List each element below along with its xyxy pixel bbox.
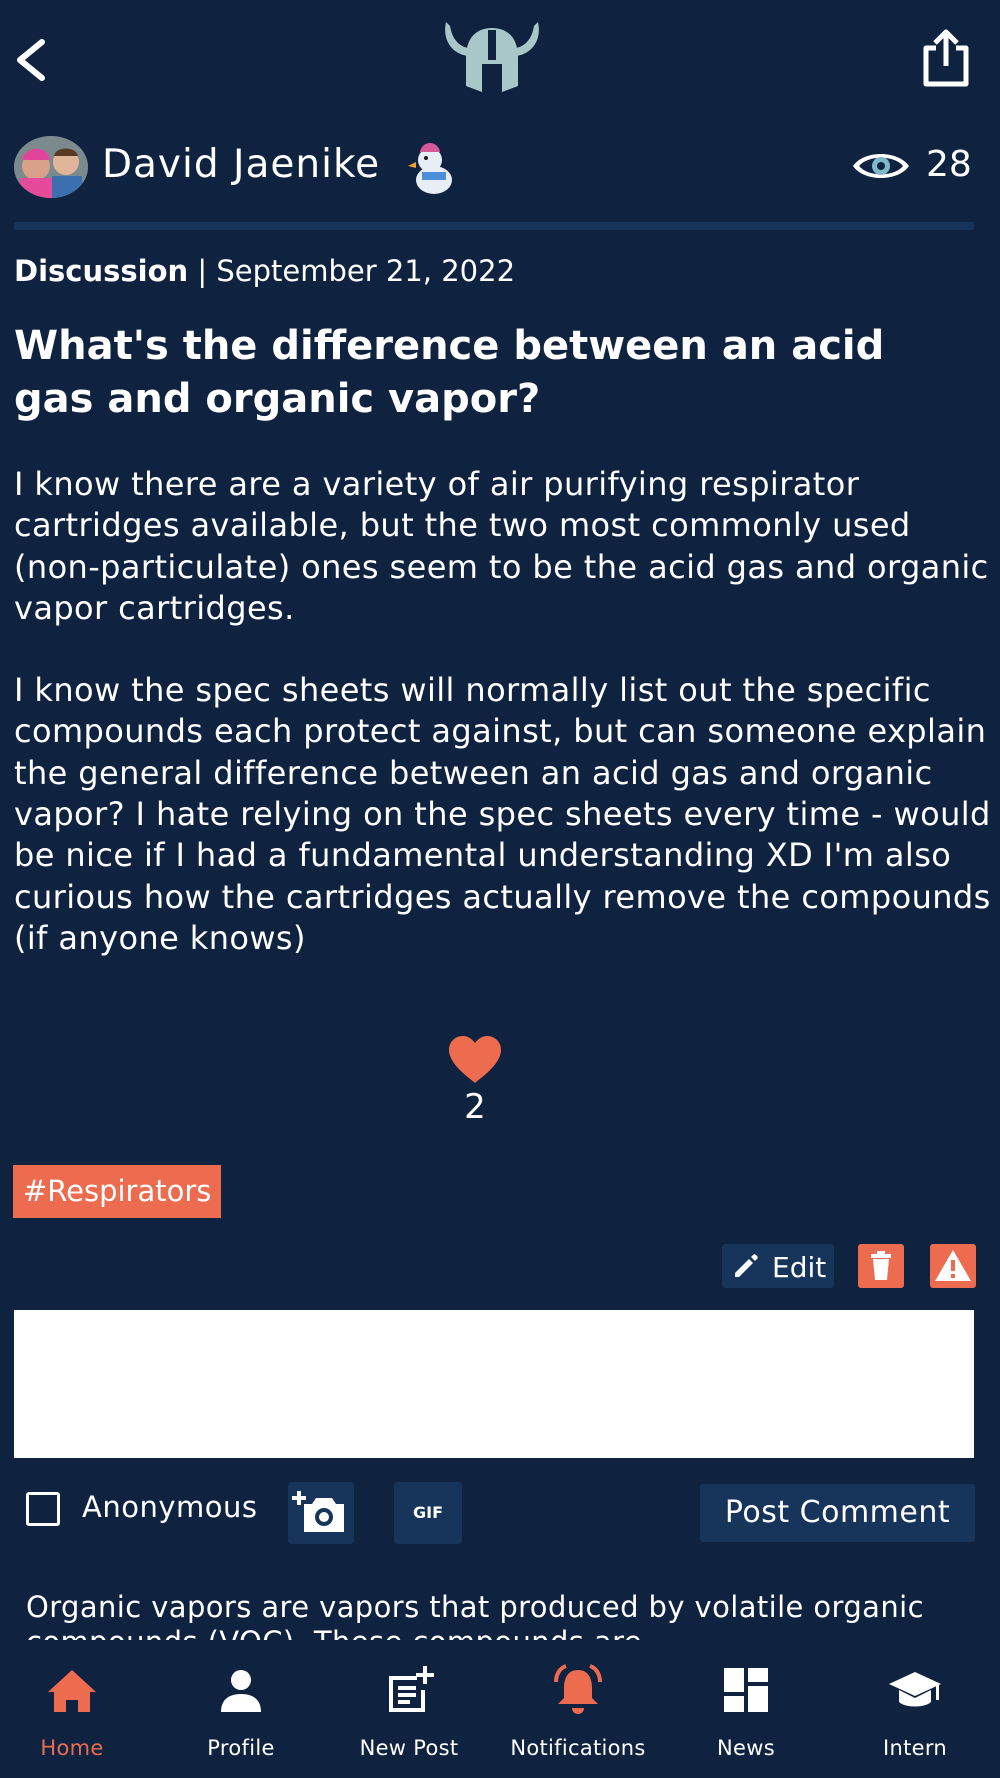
post-paragraph: I know there are a variety of air purify… [14, 465, 989, 627]
post-body: I know there are a variety of air purify… [14, 464, 994, 959]
top-bar [0, 0, 1000, 120]
chevron-left-icon [17, 39, 45, 81]
duck-badge-icon [404, 138, 462, 198]
author-row: David Jaenike 28 [14, 132, 974, 202]
trash-icon [871, 1251, 891, 1280]
share-icon [923, 29, 969, 87]
tab-notifications[interactable]: Notifications [494, 1662, 662, 1772]
post-type: Discussion [14, 254, 189, 288]
gif-button[interactable]: GIF [394, 1482, 462, 1544]
comment-input[interactable] [14, 1310, 974, 1458]
post-comment-button[interactable]: Post Comment [700, 1484, 975, 1542]
view-count: 28 [926, 144, 972, 185]
post-title: What's the difference between an acid ga… [14, 323, 885, 422]
tab-profile[interactable]: Profile [157, 1662, 325, 1772]
add-photo-icon [292, 1491, 344, 1532]
graduation-cap-icon [889, 1672, 941, 1707]
report-button[interactable] [930, 1244, 976, 1288]
tab-label: Intern [882, 1736, 948, 1760]
home-icon [48, 1670, 96, 1712]
tab-home[interactable]: Home [0, 1662, 156, 1772]
eye-icon [853, 154, 909, 178]
tab-label: News [717, 1736, 775, 1760]
author-name[interactable]: David Jaenike [102, 142, 380, 187]
warning-icon [935, 1250, 971, 1281]
tab-label: Notifications [510, 1736, 646, 1760]
meta-separator: | [188, 254, 217, 288]
post-date: September 21, 2022 [216, 254, 516, 288]
tab-news[interactable]: News [662, 1662, 830, 1772]
edit-label: Edit [772, 1251, 827, 1284]
anonymous-label: Anonymous [82, 1490, 258, 1524]
app-logo [440, 18, 544, 94]
back-button[interactable] [8, 30, 58, 90]
avatar[interactable] [14, 136, 88, 198]
tag-chip[interactable]: #Respirators [13, 1165, 222, 1218]
delete-button[interactable] [858, 1244, 904, 1288]
person-icon [221, 1670, 261, 1712]
like-count: 2 [464, 1087, 486, 1127]
avatar-photo [14, 136, 88, 198]
edit-button[interactable]: Edit [722, 1244, 834, 1288]
dashboard-icon [724, 1668, 768, 1712]
tab-bar: Home Profile New Post Notifications News… [0, 1650, 1000, 1778]
add-photo-button[interactable] [288, 1482, 354, 1544]
tab-intern[interactable]: Intern [831, 1662, 999, 1772]
heart-icon [449, 1036, 501, 1083]
bell-icon [554, 1664, 602, 1714]
pencil-icon [735, 1254, 758, 1277]
comment-preview: Organic vapors are vapors that produced … [26, 1590, 924, 1640]
tab-label: Home [40, 1736, 104, 1760]
divider [14, 222, 974, 230]
anonymous-checkbox[interactable] [26, 1492, 60, 1526]
viking-helmet-logo [445, 22, 539, 92]
post-meta: Discussion | September 21, 2022 [14, 254, 515, 288]
like-button[interactable]: 2 [440, 1035, 510, 1127]
tab-new-post[interactable]: New Post [325, 1662, 493, 1772]
post-paragraph: I know the spec sheets will normally lis… [14, 671, 991, 957]
tab-label: Profile [207, 1736, 275, 1760]
tab-label: New Post [359, 1736, 459, 1760]
share-button[interactable] [916, 26, 976, 90]
new-post-icon [389, 1666, 434, 1712]
